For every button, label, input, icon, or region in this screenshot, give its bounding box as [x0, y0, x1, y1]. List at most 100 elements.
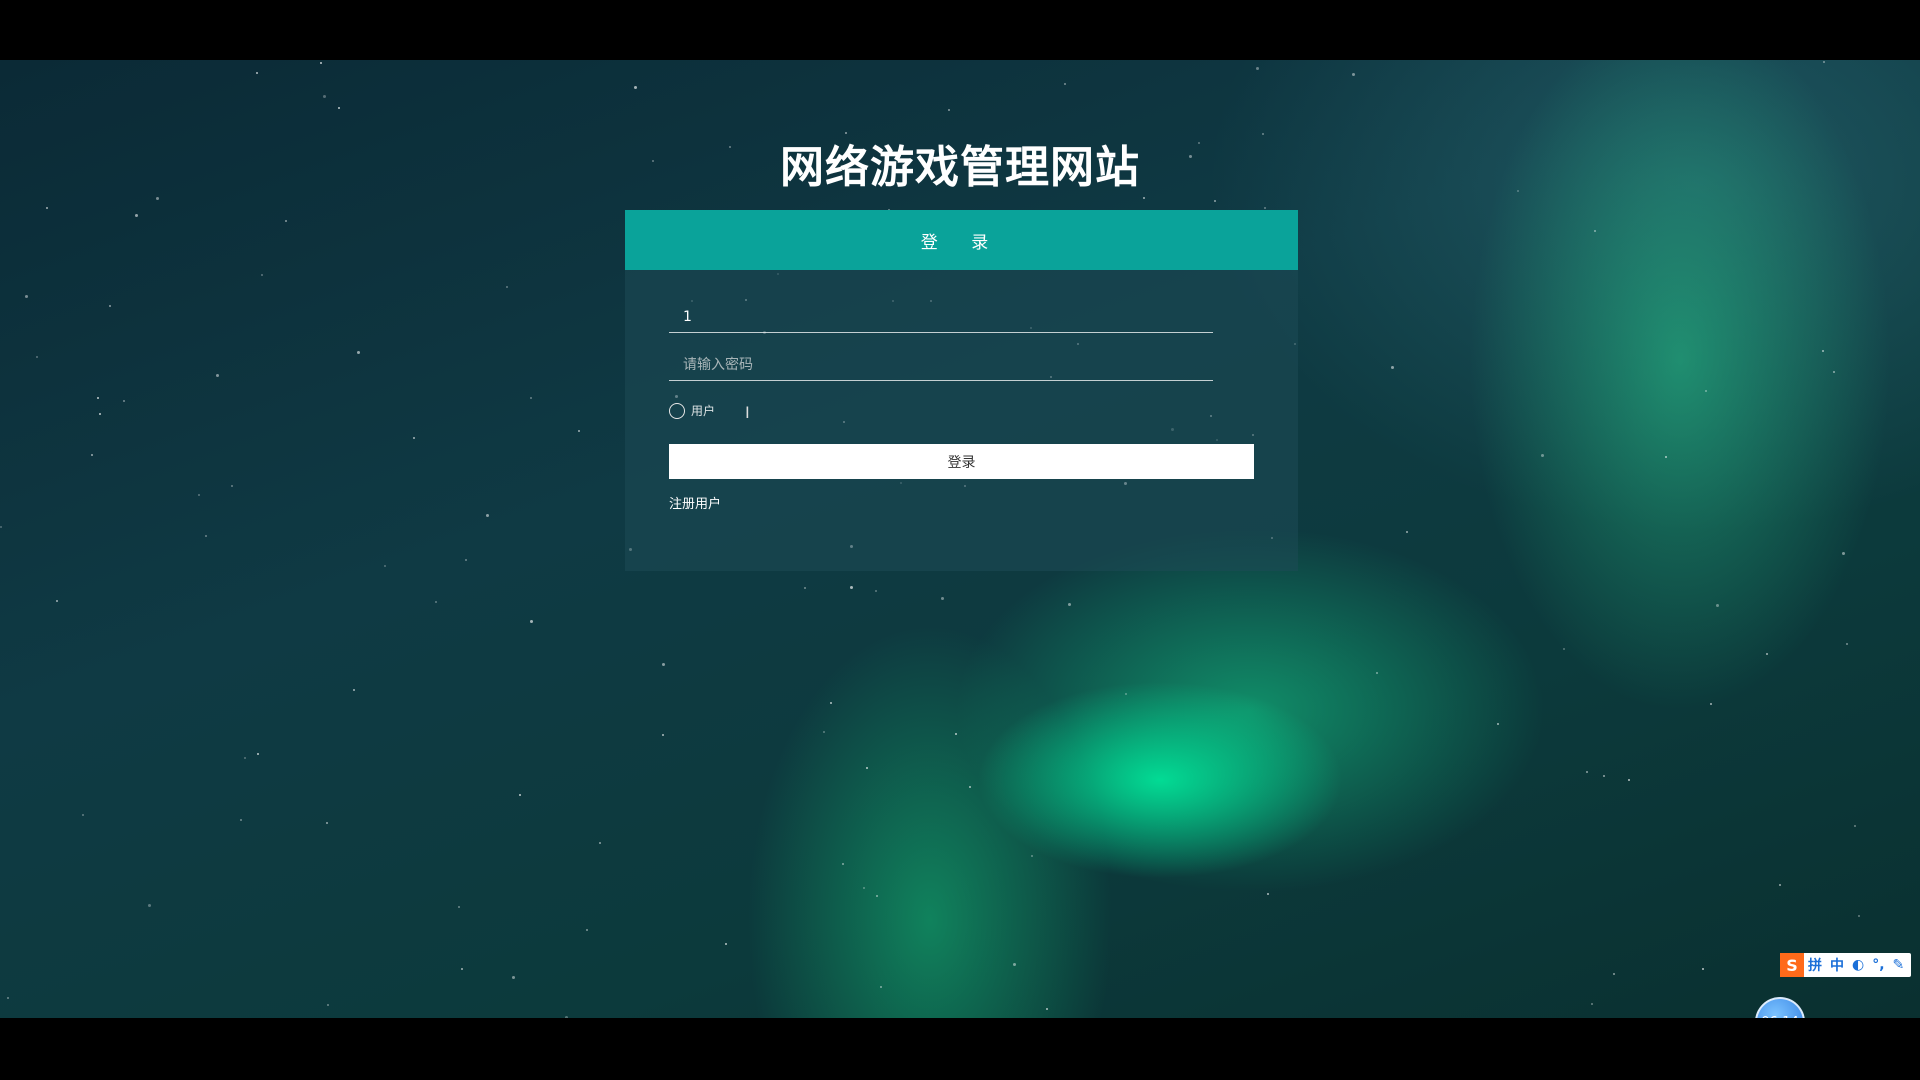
star	[955, 733, 957, 735]
star	[357, 351, 360, 354]
star	[123, 400, 125, 402]
aurora-background: 网络游戏管理网站 登 录 用户 登录 注册用户 I S 拼 中 ◐ °, ✎ 0…	[0, 60, 1920, 1018]
star	[198, 494, 200, 496]
star	[863, 887, 865, 889]
role-option[interactable]: 用户	[669, 402, 715, 419]
star	[7, 997, 9, 999]
role-radio[interactable]	[669, 402, 685, 419]
star	[1391, 366, 1394, 369]
star	[0, 526, 2, 528]
star	[353, 689, 355, 691]
star	[880, 986, 882, 988]
ime-halfwidth-icon[interactable]: ◐	[1848, 957, 1868, 973]
star	[231, 485, 233, 487]
register-link[interactable]: 注册用户	[669, 493, 721, 512]
star	[1376, 672, 1378, 674]
ime-punctuation-icon[interactable]: °,	[1868, 957, 1888, 973]
star	[1214, 200, 1216, 202]
star	[842, 863, 844, 865]
star	[135, 214, 138, 217]
login-panel: 登 录 用户 登录 注册用户	[625, 210, 1298, 571]
star	[261, 274, 263, 276]
star	[1710, 703, 1712, 705]
star	[1833, 371, 1835, 373]
star	[530, 620, 533, 623]
star	[256, 72, 258, 74]
star	[1031, 855, 1033, 857]
star	[1591, 1003, 1593, 1005]
star	[1267, 893, 1269, 895]
star	[1665, 456, 1667, 458]
star	[1064, 83, 1066, 85]
star	[1264, 207, 1266, 209]
password-field[interactable]	[669, 350, 1213, 381]
username-field[interactable]	[669, 302, 1213, 333]
star	[320, 62, 322, 64]
star	[461, 968, 463, 970]
star	[458, 906, 460, 908]
star	[530, 397, 532, 399]
star	[99, 413, 101, 415]
ime-settings-icon[interactable]: ✎	[1889, 957, 1909, 973]
star	[1716, 604, 1719, 607]
star	[1497, 723, 1499, 725]
ime-toolbar[interactable]: S 拼 中 ◐ °, ✎	[1780, 953, 1912, 977]
page-title: 网络游戏管理网站	[780, 142, 1140, 194]
login-button[interactable]: 登录	[669, 444, 1254, 479]
star	[257, 753, 259, 755]
star	[244, 757, 246, 759]
star	[240, 819, 242, 821]
star	[1256, 67, 1259, 70]
star	[1352, 73, 1355, 76]
login-panel-header: 登 录	[625, 210, 1298, 270]
star	[156, 197, 159, 200]
star	[323, 95, 326, 98]
ime-chinese-mode-button[interactable]: 中	[1826, 955, 1848, 975]
sogou-logo-icon[interactable]: S	[1780, 953, 1804, 977]
star	[1594, 230, 1596, 232]
star	[109, 305, 111, 307]
star	[465, 559, 467, 561]
star	[599, 842, 601, 844]
star	[1143, 197, 1145, 199]
star	[941, 597, 944, 600]
text-cursor-icon: I	[745, 403, 750, 422]
star	[1854, 825, 1856, 827]
star	[384, 565, 386, 567]
star	[948, 109, 950, 111]
username-input[interactable]	[669, 302, 1213, 332]
star	[91, 454, 93, 456]
star	[486, 514, 489, 517]
star	[876, 895, 878, 897]
star	[662, 663, 665, 666]
star	[1125, 693, 1127, 695]
star	[1842, 552, 1845, 555]
star	[1858, 915, 1860, 917]
star	[1586, 771, 1588, 773]
star	[285, 220, 287, 222]
star	[1613, 973, 1615, 975]
star	[506, 286, 508, 288]
star	[662, 734, 664, 736]
star	[1779, 884, 1781, 886]
star	[1046, 1008, 1048, 1010]
star	[1563, 648, 1565, 650]
star	[866, 767, 868, 769]
star	[725, 943, 727, 945]
star	[830, 702, 832, 704]
ime-pinyin-button[interactable]: 拼	[1804, 955, 1826, 975]
star	[327, 1004, 329, 1006]
star	[1013, 963, 1016, 966]
star	[46, 207, 48, 209]
star	[519, 794, 521, 796]
star	[413, 437, 415, 439]
star	[512, 976, 515, 979]
star	[1766, 653, 1768, 655]
star	[823, 731, 825, 733]
password-input[interactable]	[669, 350, 1213, 380]
star	[1705, 390, 1707, 392]
star	[148, 904, 151, 907]
star	[1406, 531, 1408, 533]
star	[875, 590, 877, 592]
star	[1702, 968, 1704, 970]
